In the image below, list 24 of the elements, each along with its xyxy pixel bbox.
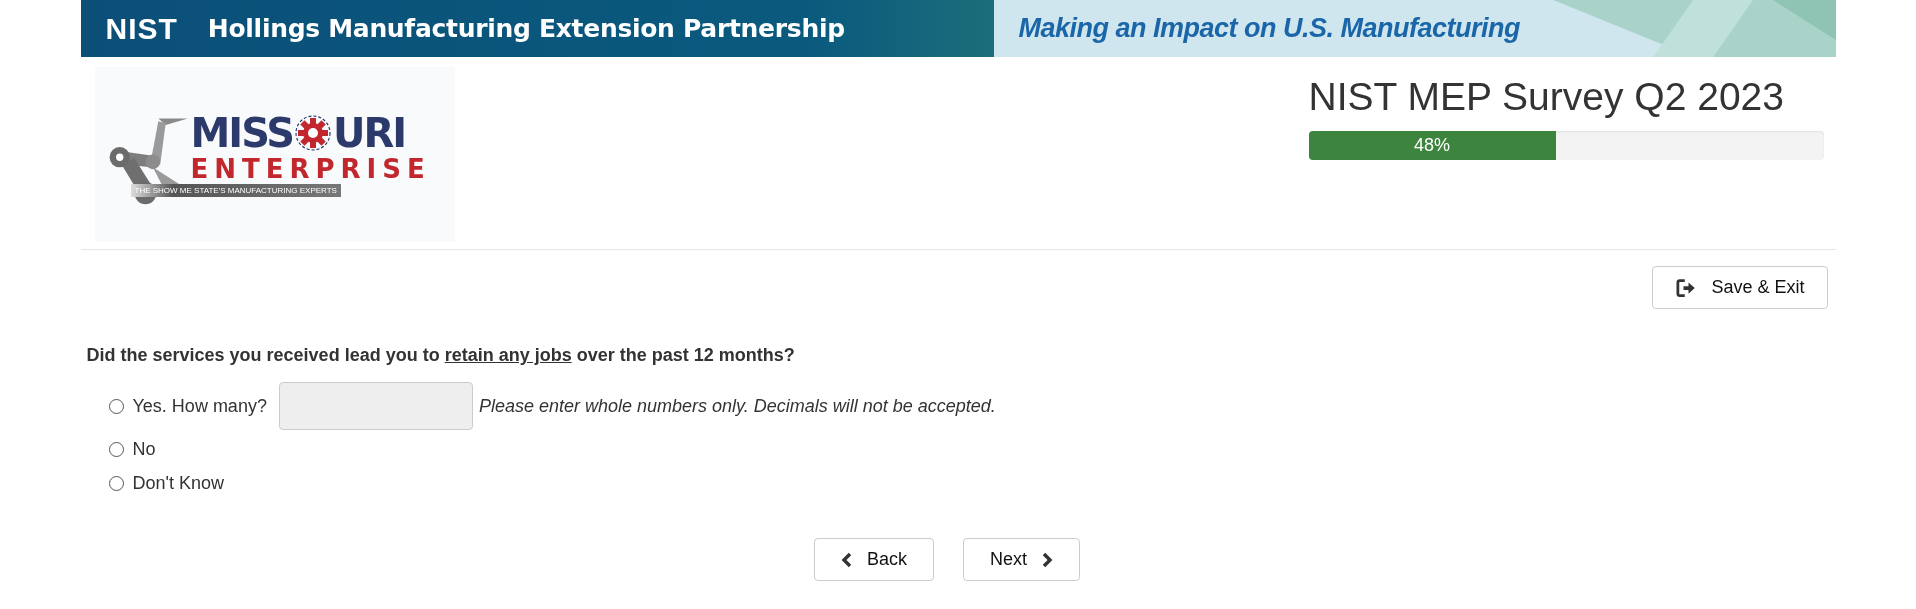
option-label[interactable]: No (132, 438, 156, 460)
program-name: Hollings Manufacturing Extension Partnership (207, 14, 845, 43)
number-field[interactable] (278, 382, 473, 430)
back-button[interactable]: Back (813, 538, 934, 581)
progress-bar: 48% (1308, 131, 1556, 160)
chevron-right-icon (1041, 551, 1053, 568)
chevron-left-icon (840, 551, 853, 568)
gear-icon (293, 113, 333, 153)
agency-logo: NIST (105, 11, 178, 46)
survey-title: NIST MEP Survey Q2 2023 (1308, 75, 1785, 119)
save-exit-button[interactable]: Save & Exit (1652, 266, 1828, 309)
banner-slogan: Making an Impact on U.S. Manufacturing (1018, 13, 1521, 44)
next-button[interactable]: Next (963, 538, 1080, 581)
logo-word-start: MISS (190, 112, 293, 154)
option-label[interactable]: Don't Know (132, 472, 224, 494)
hint-text: Please enter whole numbers only. Decimals will not be accepted. (478, 395, 996, 417)
question-text: Did the services you received lead you to retain any jobs over the past 12 months? (86, 345, 796, 366)
option-label[interactable]: Yes. How many? (132, 395, 267, 417)
logo-word-end: URI (333, 112, 406, 154)
radio-button[interactable] (108, 398, 124, 414)
logo-tagline: THE SHOW ME STATE'S MANUFACTURING EXPERTS (130, 184, 341, 197)
logo-subtitle: ENTERPRISE (190, 154, 431, 184)
radio-button[interactable] (108, 441, 124, 457)
radio-button[interactable] (108, 475, 124, 491)
